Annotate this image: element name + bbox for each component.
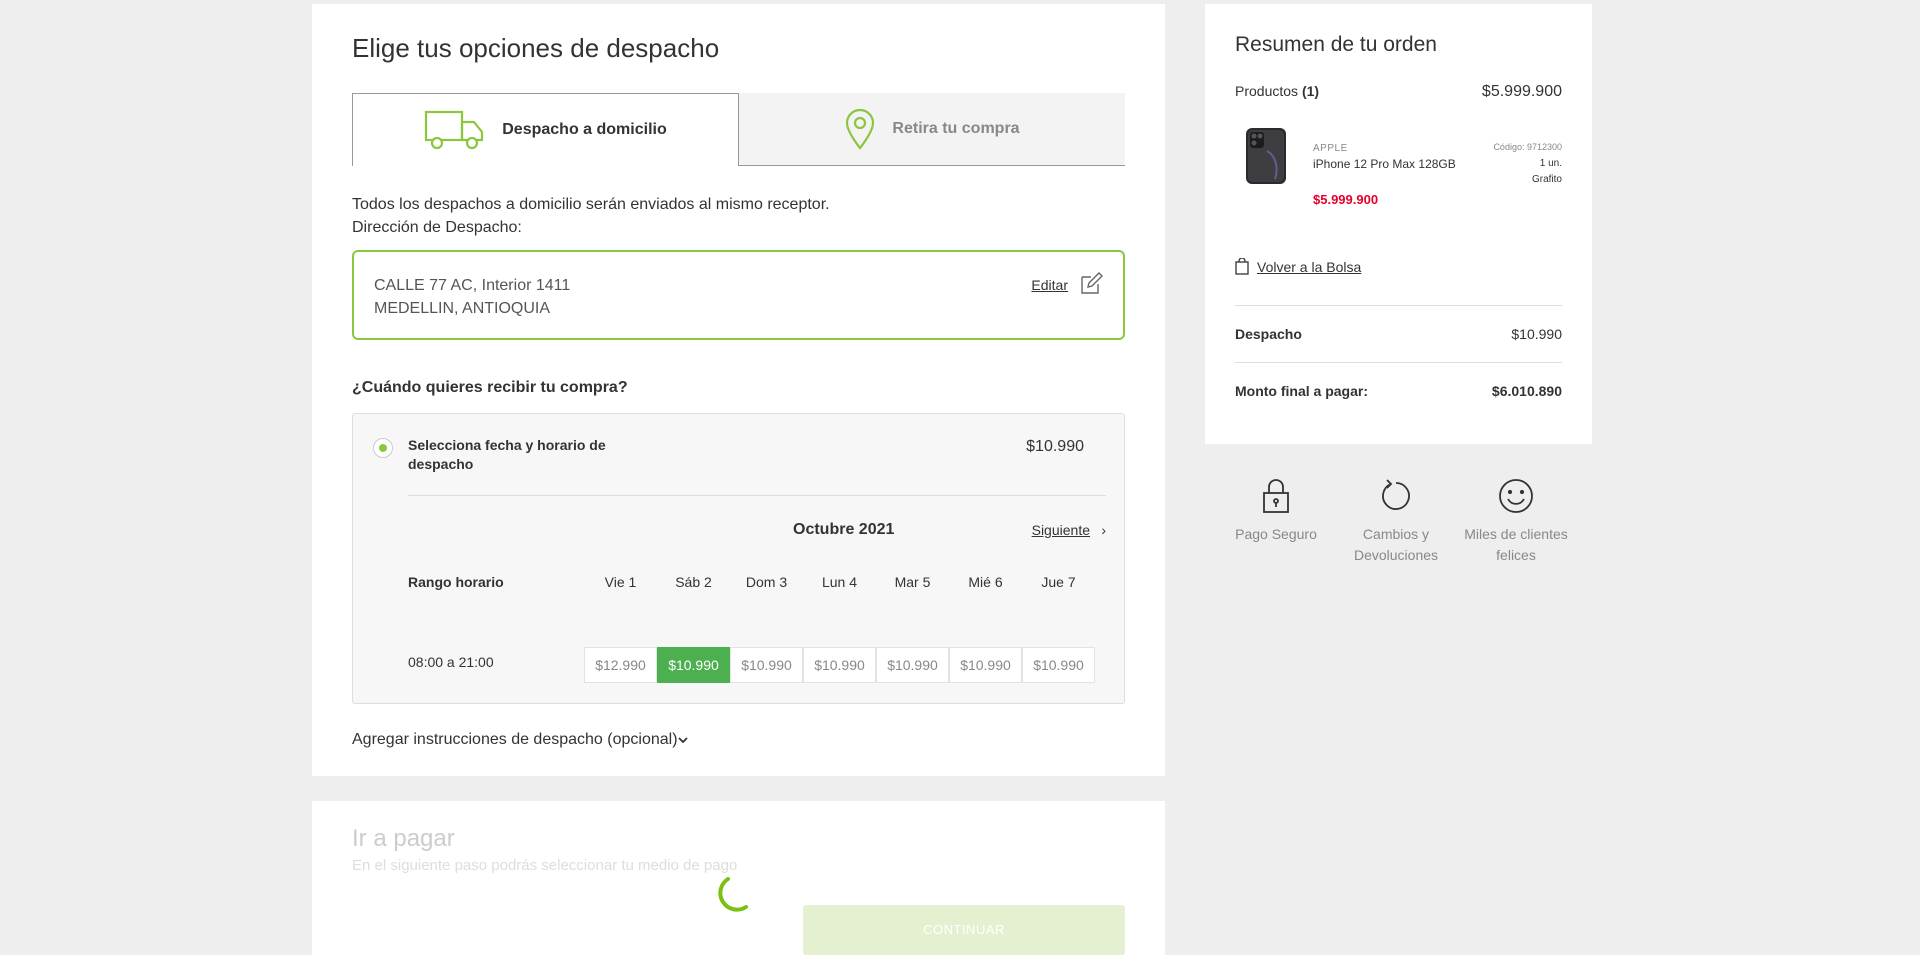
trust-badge-returns: Cambios y Devoluciones (1336, 478, 1456, 566)
delivery-question: ¿Cuándo quieres recibir tu compra? (352, 379, 628, 396)
order-summary-card: Resumen de tu orden Productos (1) $5.999… (1205, 4, 1592, 444)
instructions-toggle[interactable]: Agregar instrucciones de despacho (opcio… (352, 731, 678, 749)
info-line1: Todos los despachos a domicilio serán en… (352, 196, 830, 213)
products-total: $5.999.900 (1481, 83, 1562, 100)
trust-badge-customers: Miles de clientes felices (1456, 478, 1576, 566)
shopping-bag-icon (1235, 258, 1249, 275)
total-row: Monto final a pagar: $6.010.890 (1235, 383, 1562, 399)
time-slot[interactable]: $10.990 (803, 647, 876, 683)
address-text: CALLE 77 AC, Interior 1411 MEDELLIN, ANT… (374, 274, 570, 320)
tab-home-delivery[interactable]: Despacho a domicilio (352, 93, 739, 166)
product-brand: APPLE (1313, 143, 1348, 154)
payment-title: Ir a pagar (352, 825, 455, 852)
shipping-cost-value: $10.990 (1511, 326, 1562, 342)
shipping-info: Todos los despachos a domicilio serán en… (352, 193, 830, 239)
products-row: Productos (1) $5.999.900 (1235, 83, 1562, 101)
divider (1235, 362, 1562, 363)
truck-icon (425, 110, 484, 150)
shipping-title: Elige tus opciones de despacho (352, 33, 720, 63)
range-label: Rango horario (408, 574, 504, 590)
shipping-card: Elige tus opciones de despacho Despacho … (312, 4, 1165, 776)
product-image (1246, 128, 1286, 184)
product-color: Grafito (1531, 174, 1562, 185)
next-week-link[interactable]: Siguiente (1032, 522, 1090, 538)
delivery-radio[interactable] (373, 438, 393, 458)
time-slot[interactable]: $10.990 (876, 647, 949, 683)
shipping-cost-row: Despacho $10.990 (1235, 326, 1562, 342)
shipping-tabs: Despacho a domicilio Retira tu compra (352, 93, 1125, 166)
edit-icon[interactable] (1079, 272, 1103, 296)
calendar-month: Octubre 2021 (793, 521, 895, 538)
time-slot[interactable]: $10.990 (1022, 647, 1095, 683)
delivery-option-box: Selecciona fecha y horario de despacho $… (352, 413, 1125, 704)
time-slot[interactable]: $12.990 (584, 647, 657, 683)
product-name: iPhone 12 Pro Max 128GB (1313, 157, 1456, 171)
trust-badge-secure: Pago Seguro (1216, 478, 1336, 545)
day-header: Lun 4 (821, 574, 858, 590)
day-header: Dom 3 (745, 574, 788, 590)
day-header: Vie 1 (604, 574, 637, 590)
divider (408, 495, 1106, 496)
address-box: CALLE 77 AC, Interior 1411 MEDELLIN, ANT… (352, 250, 1125, 340)
address-line2: MEDELLIN, ANTIOQUIA (374, 300, 551, 317)
smile-icon (1499, 479, 1533, 513)
day-header: Mar 5 (894, 574, 931, 590)
hours-range: 08:00 a 21:00 (408, 654, 494, 670)
chevron-right-icon[interactable]: › (1101, 522, 1106, 538)
edit-address-link[interactable]: Editar (1031, 277, 1068, 293)
divider (1235, 305, 1562, 306)
address-line1: CALLE 77 AC, Interior 1411 (374, 277, 571, 294)
payment-card: Ir a pagar En el siguiente paso podrás s… (312, 801, 1165, 955)
product-price: $5.999.900 (1313, 192, 1379, 207)
trust-label: Pago Seguro (1235, 526, 1317, 542)
payment-subtitle: En el siguiente paso podrás seleccionar … (352, 857, 738, 874)
tab-store-pickup[interactable]: Retira tu compra (739, 93, 1125, 166)
delivery-option-label: Selecciona fecha y horario de despacho (408, 437, 606, 472)
product-qty: 1 un. (1539, 158, 1562, 169)
products-label: Productos (1) (1235, 83, 1320, 99)
total-label: Monto final a pagar: (1235, 383, 1368, 399)
total-value: $6.010.890 (1491, 383, 1562, 399)
tab-home-label: Despacho a domicilio (502, 121, 667, 138)
back-to-bag-link[interactable]: Volver a la Bolsa (1235, 258, 1361, 275)
lock-icon (1263, 479, 1289, 513)
product-code: Código: 9712300 (1493, 142, 1562, 152)
continue-button[interactable]: CONTINUAR (803, 905, 1125, 955)
info-line2: Dirección de Despacho: (352, 219, 522, 236)
day-header: Mié 6 (968, 574, 1003, 590)
shipping-cost-label: Despacho (1235, 326, 1302, 342)
chevron-down-icon[interactable] (676, 733, 690, 747)
trust-label: Miles de clientes felices (1464, 526, 1568, 563)
time-slot[interactable]: $10.990 (949, 647, 1022, 683)
loading-spinner-icon (718, 877, 748, 912)
delivery-option-price: $10.990 (1026, 438, 1084, 455)
summary-title: Resumen de tu orden (1235, 33, 1437, 56)
day-header: Jue 7 (1041, 574, 1076, 590)
return-icon (1382, 479, 1410, 510)
time-slot[interactable]: $10.990 (657, 647, 730, 683)
day-header: Sáb 2 (675, 574, 712, 590)
time-slot[interactable]: $10.990 (730, 647, 803, 683)
trust-label: Cambios y Devoluciones (1353, 526, 1439, 563)
location-pin-icon (846, 108, 875, 150)
tab-store-label: Retira tu compra (892, 120, 1020, 137)
back-to-bag-label: Volver a la Bolsa (1257, 258, 1362, 275)
